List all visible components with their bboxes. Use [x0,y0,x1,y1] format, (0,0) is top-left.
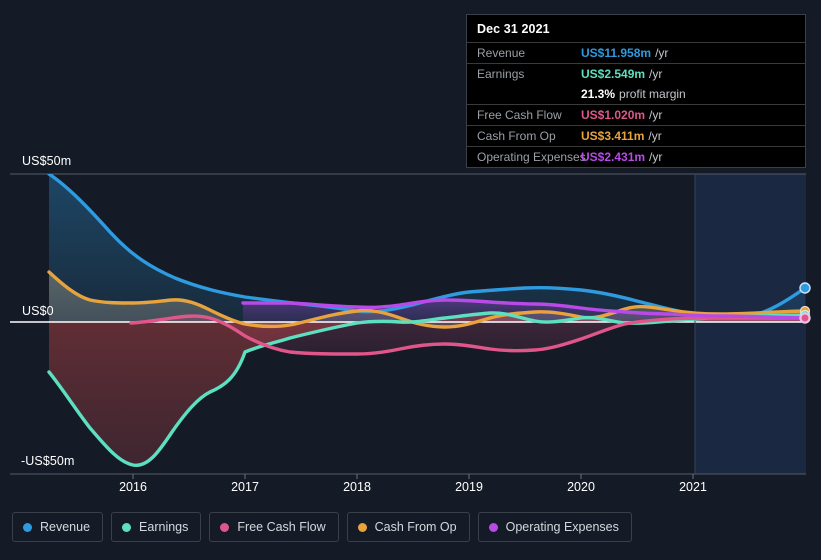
chart-legend: Revenue Earnings Free Cash Flow Cash From O… [12,512,632,542]
tooltip-row-value: 21.3% [581,87,616,101]
tooltip-row-label: Free Cash Flow [477,108,562,122]
tooltip-row-unit: /yr [649,67,663,81]
legend-swatch-icon [488,522,498,532]
legend-item-operating-expenses[interactable]: Operating Expenses [477,512,632,542]
tooltip-date: Dec 31 2021 [477,22,550,36]
tooltip-row-label: Operating Expenses [477,150,586,164]
y-axis-label-zero: US$0 [22,304,54,318]
tooltip-row-label: Revenue [477,46,526,60]
legend-item-label: Earnings [139,520,189,534]
x-axis-label-2019: 2019 [455,480,483,494]
legend-swatch-icon [220,522,230,532]
legend-item-label: Free Cash Flow [237,520,326,534]
tooltip-row: Free Cash Flow US$1.020m/yr [467,104,805,125]
legend-swatch-icon [23,522,32,532]
highlight-band [695,174,806,474]
y-axis-label-bottom: -US$50m [21,454,75,468]
x-axis-label-2018: 2018 [343,480,371,494]
tooltip-row-unit: /yr [649,108,663,122]
endpoint-marker-free-cash-flow[interactable] [800,313,810,323]
tooltip-row-value: US$3.411m [581,129,645,143]
tooltip-row-value: US$2.431m [581,150,646,164]
tooltip-row-unit: profit margin [619,87,686,101]
legend-swatch-icon [122,522,132,532]
legend-item-free-cash-flow[interactable]: Free Cash Flow [209,512,339,542]
tooltip-row: Revenue US$11.958m/yr [467,42,805,63]
tooltip-row-value: US$2.549m [581,67,646,81]
x-axis-label-2021: 2021 [679,480,707,494]
tooltip-row-unit: /yr [648,129,662,143]
legend-item-label: Revenue [40,520,91,534]
legend-item-cash-from-op[interactable]: Cash From Op [346,512,470,542]
legend-item-revenue[interactable]: Revenue [12,512,104,542]
legend-item-earnings[interactable]: Earnings [111,512,202,542]
tooltip-row-value: US$1.020m [581,108,646,122]
chart-tooltip: Dec 31 2021 Revenue US$11.958m/yr Earnings… [466,14,806,168]
tooltip-row: Cash From Op US$3.411m/yr [467,125,805,146]
tooltip-row-unit: /yr [649,150,663,164]
tooltip-row-unit: /yr [655,46,669,60]
legend-swatch-icon [357,522,367,532]
tooltip-row-value: US$11.958m [581,46,652,60]
financial-performance-chart: US$50m US$0 -US$50m 2016 2017 2018 2019 … [0,0,821,560]
tooltip-row-label: Earnings [477,67,525,81]
tooltip-row: Earnings US$2.549m/yr [467,63,805,84]
x-axis-label-2020: 2020 [567,480,595,494]
tooltip-rows: Revenue US$11.958m/yr Earnings US$2.549m/yr… [467,42,805,167]
x-axis-label-2017: 2017 [231,480,259,494]
tooltip-row: Operating Expenses US$2.431m/yr [467,146,805,167]
x-axis-label-2016: 2016 [119,480,147,494]
endpoint-marker-revenue[interactable] [799,282,811,294]
tooltip-row: 21.3% profit margin [467,84,805,104]
legend-item-label: Cash From Op [374,520,457,534]
legend-item-label: Operating Expenses [505,520,619,534]
y-axis-label-top: US$50m [22,154,72,168]
tooltip-row-label: Cash From Op [477,129,556,143]
